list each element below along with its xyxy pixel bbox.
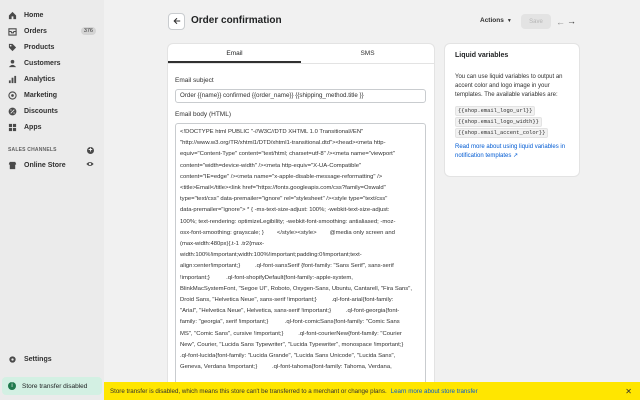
tab-sms[interactable]: SMS xyxy=(301,44,434,63)
caret-down-icon: ▼ xyxy=(506,17,512,24)
actions-menu-button[interactable]: Actions ▼ xyxy=(480,17,512,24)
sidebar-item-settings[interactable]: Settings xyxy=(0,351,104,367)
banner-message: Store transfer is disabled, which means … xyxy=(110,387,387,395)
close-icon[interactable]: ✕ xyxy=(625,387,632,396)
orders-icon xyxy=(8,27,17,36)
sidebar-item-orders[interactable]: Orders 376 xyxy=(0,23,104,39)
tag-icon xyxy=(8,43,17,52)
target-icon xyxy=(8,90,17,100)
sidebar-item-marketing[interactable]: Marketing xyxy=(0,87,104,103)
liquid-variables-title: Liquid variables xyxy=(455,52,509,59)
person-icon xyxy=(8,59,17,68)
store-transfer-banner: Store transfer is disabled, which means … xyxy=(104,382,640,400)
email-body-label: Email body (HTML) xyxy=(175,111,231,118)
sidebar-item-analytics[interactable]: Analytics xyxy=(0,71,104,87)
discount-icon xyxy=(8,107,17,116)
info-icon: i xyxy=(8,382,16,390)
liquid-variable-chip: {{shop.email_logo_url}} xyxy=(455,106,536,116)
sidebar-item-label: Products xyxy=(24,43,55,51)
liquid-variables-card: Liquid variables You can use liquid vari… xyxy=(445,44,579,176)
store-transfer-badge[interactable]: i Store transfer disabled xyxy=(2,377,102,395)
actions-label: Actions xyxy=(480,17,504,24)
home-icon xyxy=(8,11,17,20)
email-template-card: Email SMS Email subject Order {{name}} c… xyxy=(168,44,434,400)
sidebar-item-discounts[interactable]: Discounts xyxy=(0,103,104,119)
arrow-left-icon xyxy=(172,17,181,27)
sidebar-item-label: Settings xyxy=(24,355,52,363)
email-body-textarea[interactable]: <!DOCTYPE html PUBLIC "-//W3C//DTD XHTML… xyxy=(175,123,426,400)
orders-count-badge: 376 xyxy=(80,27,96,35)
sidebar: Home Orders 376 Products Customers Analy… xyxy=(0,0,104,400)
previous-arrow-icon[interactable]: ← xyxy=(556,17,565,27)
liquid-variables-description: You can use liquid variables to output a… xyxy=(455,74,563,98)
liquid-variables-help-link[interactable]: Read more about using liquid variables i… xyxy=(455,143,569,161)
save-button[interactable]: Save xyxy=(521,14,551,29)
email-subject-label: Email subject xyxy=(175,77,214,84)
sidebar-item-products[interactable]: Products xyxy=(0,39,104,55)
sidebar-item-home[interactable]: Home xyxy=(0,7,104,23)
sidebar-item-label: Online Store xyxy=(24,161,66,169)
back-button[interactable] xyxy=(168,13,185,30)
sidebar-item-customers[interactable]: Customers xyxy=(0,55,104,71)
page-header: Order confirmation Actions ▼ Save ← → xyxy=(104,0,640,40)
email-subject-input[interactable]: Order {{name}} confirmed {{order_name}} … xyxy=(175,89,426,103)
sidebar-item-label: Home xyxy=(24,11,44,19)
apps-icon xyxy=(8,123,17,132)
add-channel-icon[interactable]: + xyxy=(87,146,94,154)
eye-icon[interactable] xyxy=(86,160,94,170)
page-title: Order confirmation xyxy=(191,15,282,26)
channel-tabs: Email SMS xyxy=(168,44,434,64)
store-transfer-badge-label: Store transfer disabled xyxy=(22,382,88,390)
learn-more-link[interactable]: Learn more about store transfer xyxy=(391,388,478,395)
sidebar-item-apps[interactable]: Apps xyxy=(0,119,104,135)
sidebar-item-label: Apps xyxy=(24,123,42,131)
sidebar-item-label: Customers xyxy=(24,59,61,67)
sales-channels-heading: SALES CHANNELS + xyxy=(0,143,104,157)
bar-chart-icon xyxy=(8,75,17,84)
sidebar-item-label: Marketing xyxy=(24,91,58,99)
tab-email[interactable]: Email xyxy=(168,44,301,63)
liquid-variable-chip: {{shop.email_logo_width}} xyxy=(455,117,542,127)
sidebar-item-online-store[interactable]: Online Store xyxy=(0,157,104,173)
sidebar-item-label: Orders xyxy=(24,27,47,35)
sales-channels-label: SALES CHANNELS xyxy=(8,147,57,153)
liquid-variable-chip: {{shop.email_accent_color}} xyxy=(455,128,549,138)
store-icon xyxy=(8,161,17,170)
next-arrow-icon[interactable]: → xyxy=(567,16,576,26)
sidebar-item-label: Analytics xyxy=(24,75,56,83)
main-content: Order confirmation Actions ▼ Save ← → Em… xyxy=(104,0,640,400)
sidebar-item-label: Discounts xyxy=(24,107,58,115)
gear-icon xyxy=(8,355,17,364)
